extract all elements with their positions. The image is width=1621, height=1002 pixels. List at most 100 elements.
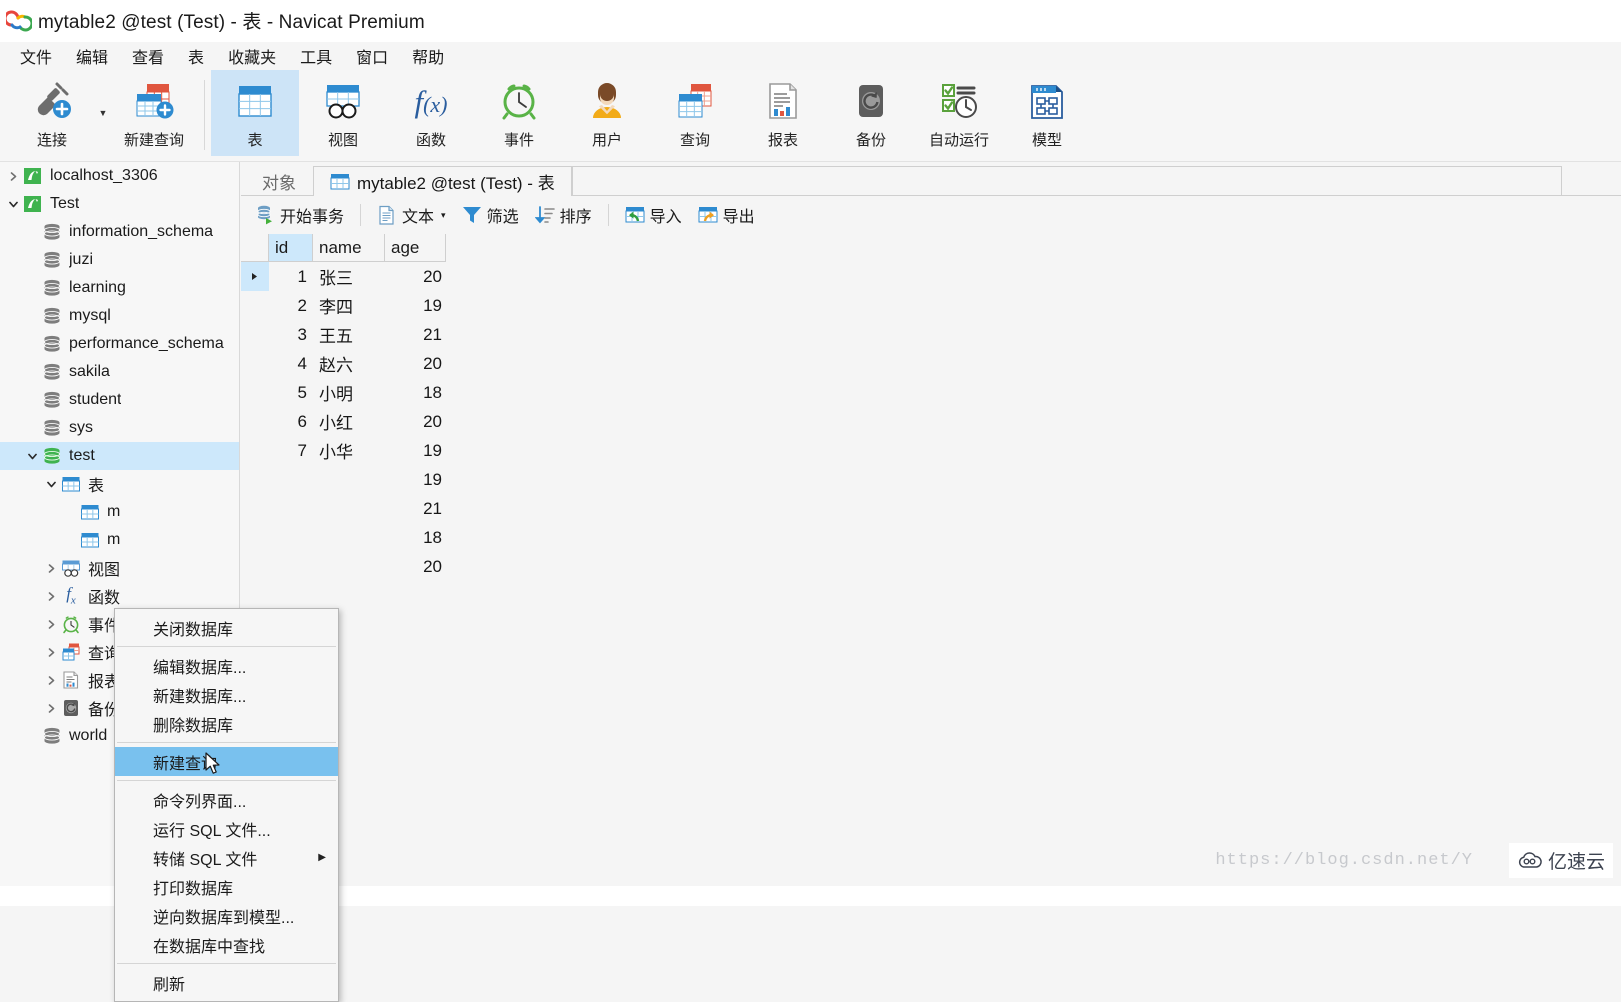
menu-table[interactable]: 表 bbox=[176, 42, 216, 70]
table-row[interactable]: 5小明18 bbox=[241, 378, 446, 407]
text-dropdown-caret[interactable]: ▾ bbox=[441, 210, 446, 221]
cell-name[interactable]: 李四 bbox=[313, 291, 385, 320]
tree-item-m[interactable]: m bbox=[0, 498, 239, 526]
cell-name[interactable]: 小明 bbox=[313, 378, 385, 407]
context-menu-item[interactable]: 新建查询 bbox=[115, 747, 338, 776]
cell-age[interactable]: 20 bbox=[385, 552, 446, 581]
tree-item-sys[interactable]: sys bbox=[0, 414, 239, 442]
cell-id[interactable]: 7 bbox=[269, 436, 313, 465]
tab-objects[interactable]: 对象 bbox=[245, 166, 313, 196]
toolbar-report[interactable]: 报表 bbox=[739, 70, 827, 156]
cell-id[interactable] bbox=[269, 552, 313, 581]
menu-edit[interactable]: 编辑 bbox=[64, 42, 120, 70]
table-row[interactable]: 21 bbox=[241, 494, 446, 523]
cell-age[interactable]: 21 bbox=[385, 320, 446, 349]
cell-id[interactable] bbox=[269, 465, 313, 494]
tree-twisty-expanded-icon[interactable] bbox=[23, 452, 41, 461]
menu-file[interactable]: 文件 bbox=[8, 42, 64, 70]
cell-age[interactable]: 19 bbox=[385, 291, 446, 320]
table-row[interactable]: 7小华19 bbox=[241, 436, 446, 465]
gridbar-begin-transaction[interactable]: 开始事务 bbox=[247, 200, 352, 230]
toolbar-backup[interactable]: 备份 bbox=[827, 70, 915, 156]
cell-id[interactable]: 4 bbox=[269, 349, 313, 378]
grid-column-header-id[interactable]: id bbox=[269, 234, 313, 261]
context-menu-item[interactable]: 新建数据库... bbox=[115, 680, 338, 709]
menu-window[interactable]: 窗口 bbox=[344, 42, 400, 70]
tree-twisty-collapsed-icon[interactable] bbox=[42, 592, 60, 601]
database-context-menu[interactable]: 关闭数据库编辑数据库...新建数据库...删除数据库新建查询命令列界面...运行… bbox=[114, 608, 339, 1002]
tree-twisty-collapsed-icon[interactable] bbox=[42, 704, 60, 713]
tree-twisty-collapsed-icon[interactable] bbox=[42, 676, 60, 685]
context-menu-item[interactable]: 编辑数据库... bbox=[115, 651, 338, 680]
context-menu-item[interactable]: 在数据库中查找 bbox=[115, 930, 338, 959]
cell-name[interactable]: 张三 bbox=[313, 262, 385, 291]
context-menu-item[interactable]: 关闭数据库 bbox=[115, 613, 338, 642]
tree-item-information_schema[interactable]: information_schema bbox=[0, 218, 239, 246]
context-menu-item[interactable]: 命令列界面... bbox=[115, 785, 338, 814]
toolbar-automation[interactable]: 自动运行 bbox=[915, 70, 1003, 156]
toolbar-view[interactable]: 视图 bbox=[299, 70, 387, 156]
context-menu-item[interactable]: 运行 SQL 文件... bbox=[115, 814, 338, 843]
tree-item-learning[interactable]: learning bbox=[0, 274, 239, 302]
table-row[interactable]: 4赵六20 bbox=[241, 349, 446, 378]
tree-item-test[interactable]: test bbox=[0, 442, 239, 470]
toolbar-event[interactable]: 事件 bbox=[475, 70, 563, 156]
data-grid[interactable]: idnameage 1张三202李四193王五214赵六205小明186小红20… bbox=[241, 234, 1621, 906]
cell-id[interactable]: 2 bbox=[269, 291, 313, 320]
table-row[interactable]: 1张三20 bbox=[241, 262, 446, 291]
tree-item-performance_schema[interactable]: performance_schema bbox=[0, 330, 239, 358]
cell-age[interactable]: 19 bbox=[385, 436, 446, 465]
tree-item-student[interactable]: student bbox=[0, 386, 239, 414]
table-row[interactable]: 19 bbox=[241, 465, 446, 494]
toolbar-connection[interactable]: 连接 bbox=[8, 70, 96, 156]
tree-twisty-collapsed-icon[interactable] bbox=[42, 564, 60, 573]
menu-tools[interactable]: 工具 bbox=[288, 42, 344, 70]
table-row[interactable]: 20 bbox=[241, 552, 446, 581]
tree-item-mysql[interactable]: mysql bbox=[0, 302, 239, 330]
cell-age[interactable]: 19 bbox=[385, 465, 446, 494]
tree-item-m[interactable]: m bbox=[0, 526, 239, 554]
tree-item-juzi[interactable]: juzi bbox=[0, 246, 239, 274]
cell-name[interactable] bbox=[313, 494, 385, 523]
toolbar-function[interactable]: f(x)函数 bbox=[387, 70, 475, 156]
cell-name[interactable]: 王五 bbox=[313, 320, 385, 349]
menu-favorites[interactable]: 收藏夹 bbox=[216, 42, 288, 70]
cell-id[interactable] bbox=[269, 494, 313, 523]
cell-name[interactable] bbox=[313, 523, 385, 552]
cell-age[interactable]: 20 bbox=[385, 407, 446, 436]
tree-item--[interactable]: 表 bbox=[0, 470, 239, 498]
context-menu-item[interactable]: 删除数据库 bbox=[115, 709, 338, 738]
table-row[interactable]: 18 bbox=[241, 523, 446, 552]
cell-age[interactable]: 18 bbox=[385, 378, 446, 407]
cell-age[interactable]: 18 bbox=[385, 523, 446, 552]
context-menu-item[interactable]: 打印数据库 bbox=[115, 872, 338, 901]
tree-twisty-expanded-icon[interactable] bbox=[42, 480, 60, 489]
tree-item--[interactable]: 视图 bbox=[0, 554, 239, 582]
gridbar-sort[interactable]: 排序 bbox=[527, 200, 600, 230]
menu-help[interactable]: 帮助 bbox=[400, 42, 456, 70]
cell-age[interactable]: 20 bbox=[385, 262, 446, 291]
tree-item-test[interactable]: Test bbox=[0, 190, 239, 218]
tree-twisty-collapsed-icon[interactable] bbox=[42, 648, 60, 657]
cell-age[interactable]: 21 bbox=[385, 494, 446, 523]
tab-mytable2[interactable]: mytable2 @test (Test) - 表 bbox=[313, 166, 572, 196]
grid-body[interactable]: 1张三202李四193王五214赵六205小明186小红207小华1919211… bbox=[241, 262, 1621, 581]
gridbar-export[interactable]: 导出 bbox=[690, 200, 763, 230]
tree-item-localhost_3306[interactable]: localhost_3306 bbox=[0, 162, 239, 190]
context-menu-item[interactable]: 刷新 bbox=[115, 968, 338, 997]
cell-name[interactable]: 小红 bbox=[313, 407, 385, 436]
toolbar-user[interactable]: 用户 bbox=[563, 70, 651, 156]
cell-name[interactable] bbox=[313, 465, 385, 494]
toolbar-table[interactable]: 表 bbox=[211, 70, 299, 156]
context-menu-item[interactable]: 转储 SQL 文件▶ bbox=[115, 843, 338, 872]
cell-age[interactable]: 20 bbox=[385, 349, 446, 378]
grid-column-header-age[interactable]: age bbox=[385, 234, 446, 261]
table-row[interactable]: 2李四19 bbox=[241, 291, 446, 320]
toolbar-model[interactable]: 模型 bbox=[1003, 70, 1091, 156]
table-row[interactable]: 3王五21 bbox=[241, 320, 446, 349]
cell-name[interactable]: 小华 bbox=[313, 436, 385, 465]
cell-id[interactable]: 3 bbox=[269, 320, 313, 349]
context-menu-item[interactable]: 逆向数据库到模型... bbox=[115, 901, 338, 930]
cell-name[interactable] bbox=[313, 552, 385, 581]
tree-item--[interactable]: fx函数 bbox=[0, 582, 239, 610]
